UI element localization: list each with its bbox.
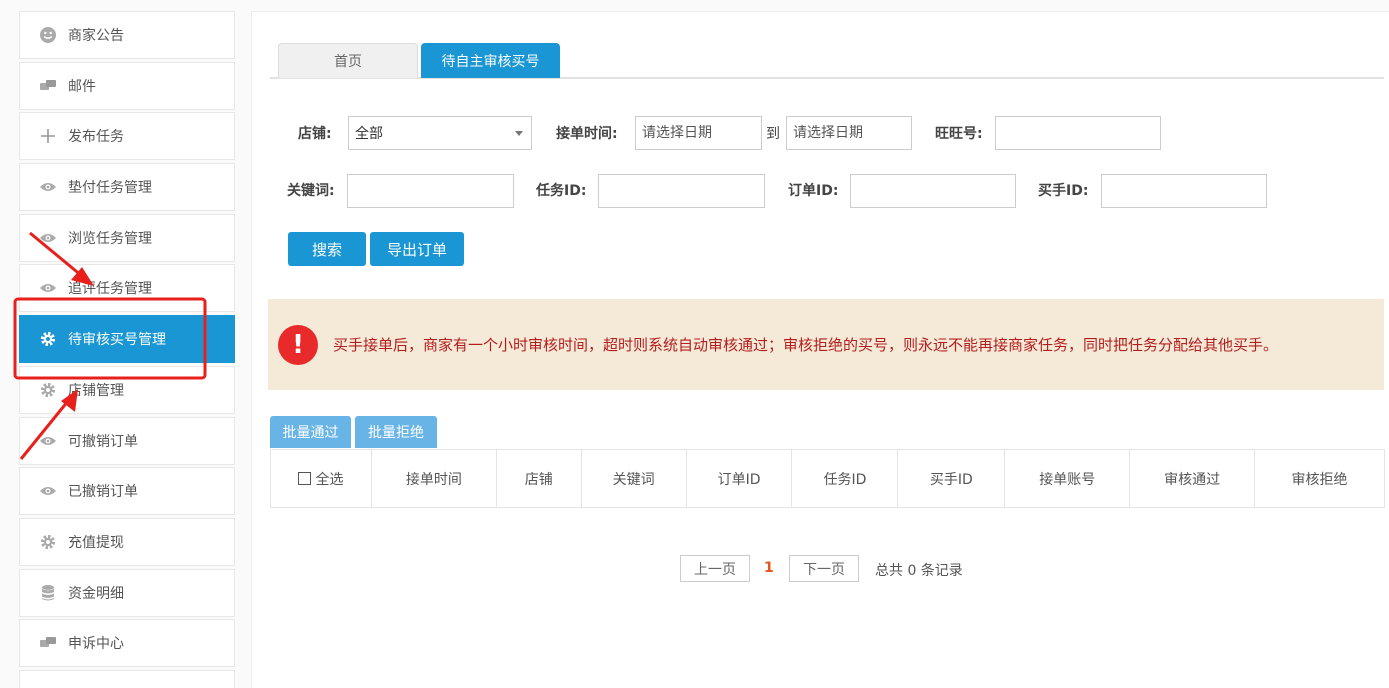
sidebar-item-more[interactable] (19, 669, 235, 688)
batch-reject-button[interactable]: 批量拒绝 (355, 416, 437, 448)
next-page-button[interactable]: 下一页 (789, 555, 859, 582)
task-id-input[interactable] (598, 174, 765, 208)
column-header: 任务ID (791, 449, 899, 508)
order-time-label: 接单时间: (556, 126, 618, 142)
shop-select[interactable]: 全部 (348, 116, 532, 150)
column-header: 买手ID (897, 449, 1006, 508)
select-all-label: 全选 (315, 471, 344, 488)
sidebar-item-review-task[interactable]: 追评任务管理 (19, 264, 235, 313)
sidebar-item-revocable-orders[interactable]: 可撤销订单 (19, 416, 235, 465)
wangwang-label: 旺旺号: (935, 126, 983, 142)
sidebar-item-label: 待审核买号管理 (68, 332, 166, 349)
sidebar-item-label: 垫付任务管理 (68, 180, 152, 197)
notice-text: 买手接单后，商家有一个小时审核时间，超时则系统自动审核通过；审核拒绝的买号，则永… (333, 335, 1279, 354)
shop-label: 店铺: (298, 126, 332, 142)
sidebar-item-shop-management[interactable]: 店铺管理 (19, 365, 235, 414)
task-id-label: 任务ID: (536, 183, 587, 199)
select-all-header[interactable]: 全选 (270, 449, 372, 508)
sidebar-item-publish-task[interactable]: 发布任务 (19, 112, 235, 161)
sidebar-item-label: 已撤销订单 (68, 484, 138, 501)
sidebar-item-revoked-orders[interactable]: 已撤销订单 (19, 467, 235, 516)
column-header: 关键词 (580, 449, 687, 508)
sidebar-item-recharge-withdraw[interactable]: 充值提现 (19, 517, 235, 566)
sidebar-item-pending-buyer-review[interactable]: 待审核买号管理 (19, 315, 235, 364)
chat-icon (39, 77, 57, 95)
table-header-row: 全选 接单时间 店铺 关键词 订单ID 任务ID 买手ID 接单账号 审核通过 … (270, 449, 1385, 508)
tab-pending-buyer-review[interactable]: 待自主审核买号 (421, 43, 560, 78)
eye-icon (39, 279, 57, 297)
wangwang-input[interactable] (995, 116, 1161, 150)
buyer-id-input[interactable] (1101, 174, 1267, 208)
gear-icon (39, 330, 57, 348)
column-header: 订单ID (685, 449, 793, 508)
chat-icon (39, 634, 57, 652)
export-orders-button[interactable]: 导出订单 (370, 232, 464, 266)
column-header: 接单账号 (1004, 449, 1131, 508)
date-range-separator: 到 (766, 126, 780, 142)
sidebar-item-announcement[interactable]: 商家公告 (19, 11, 235, 59)
database-icon (39, 584, 57, 602)
buyer-id-label: 买手ID: (1038, 183, 1089, 199)
checkbox[interactable] (298, 471, 312, 485)
gear-icon (39, 533, 57, 551)
shop-select-value: 全部 (355, 126, 383, 142)
keyword-label: 关键词: (287, 183, 335, 199)
order-id-label: 订单ID: (788, 183, 839, 199)
tab-home[interactable]: 首页 (278, 43, 418, 78)
sidebar-item-label: 店铺管理 (68, 382, 124, 399)
eye-icon (39, 432, 57, 450)
start-date-input[interactable] (635, 116, 762, 150)
prev-page-button[interactable]: 上一页 (680, 555, 750, 582)
sidebar-item-label: 邮件 (68, 78, 96, 95)
sidebar-item-advance-task[interactable]: 垫付任务管理 (19, 163, 235, 212)
sidebar-item-label: 可撤销订单 (68, 433, 138, 450)
smile-icon (39, 26, 57, 44)
batch-pass-button[interactable]: 批量通过 (270, 416, 351, 448)
column-header: 审核拒绝 (1254, 449, 1385, 508)
orders-table: 全选 接单时间 店铺 关键词 订单ID 任务ID 买手ID 接单账号 审核通过 … (270, 449, 1385, 508)
chevron-down-icon (515, 131, 523, 136)
column-header: 接单时间 (370, 449, 497, 508)
plus-icon (39, 127, 57, 145)
exclamation-icon: ! (278, 324, 318, 365)
sidebar: 商家公告 邮件 发布任务 垫付任务管理 浏览任务管理 追评任务管理 待审核买号管… (19, 11, 235, 688)
end-date-input[interactable] (786, 116, 912, 150)
sidebar-item-label: 浏览任务管理 (68, 230, 152, 247)
sidebar-item-label: 资金明细 (68, 585, 124, 602)
current-page[interactable]: 1 (764, 560, 774, 576)
sidebar-item-appeal-center[interactable]: 申诉中心 (19, 619, 235, 668)
sidebar-item-label: 申诉中心 (68, 636, 124, 653)
eye-icon (39, 229, 57, 247)
main-panel: 首页 待自主审核买号 店铺: 全部 接单时间: 到 旺旺号: 关键词: 任务ID… (251, 11, 1389, 688)
tab-bar: 首页 待自主审核买号 (270, 43, 1384, 79)
gear-icon (39, 381, 57, 399)
keyword-input[interactable] (347, 174, 514, 208)
eye-icon (39, 178, 57, 196)
order-id-input[interactable] (850, 174, 1016, 208)
total-records: 总共 0 条记录 (875, 563, 963, 579)
sidebar-item-label: 商家公告 (68, 28, 124, 44)
notice-banner: ! 买手接单后，商家有一个小时审核时间，超时则系统自动审核通过；审核拒绝的买号，… (268, 299, 1384, 390)
sidebar-item-mail[interactable]: 邮件 (19, 61, 235, 110)
column-header: 店铺 (495, 449, 582, 508)
search-button[interactable]: 搜索 (288, 232, 366, 266)
sidebar-item-label: 发布任务 (68, 129, 124, 146)
eye-icon (39, 482, 57, 500)
sidebar-item-label: 追评任务管理 (68, 281, 152, 298)
column-header: 审核通过 (1129, 449, 1256, 508)
sidebar-item-label: 充值提现 (68, 534, 124, 551)
sidebar-item-browse-task[interactable]: 浏览任务管理 (19, 213, 235, 262)
sidebar-item-fund-details[interactable]: 资金明细 (19, 568, 235, 617)
